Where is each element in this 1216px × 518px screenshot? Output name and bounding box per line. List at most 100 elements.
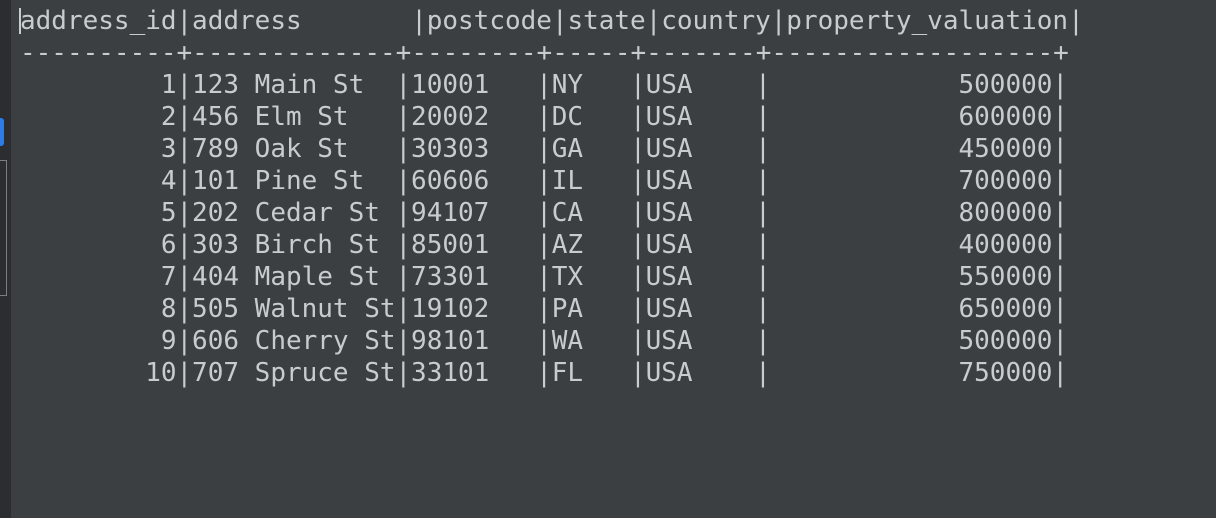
cell-address: 707 Spruce St — [192, 358, 396, 388]
column-separator: | — [630, 198, 646, 228]
cell-country: USA — [645, 102, 756, 132]
query-result-table[interactable]: address_id|address |postcode|state|count… — [20, 5, 1084, 389]
terminal-window: address_id|address |postcode|state|count… — [0, 0, 1216, 518]
table-separator-row: ----------+-------------+--------+-----+… — [20, 38, 1069, 68]
cell-state: TX — [551, 262, 631, 292]
column-separator: | — [1052, 230, 1069, 260]
cell-address-id: 4 — [20, 166, 177, 196]
column-separator: | — [536, 358, 552, 388]
cell-address: 303 Birch St — [192, 230, 396, 260]
column-separator: | — [395, 326, 412, 356]
column-separator: | — [395, 262, 412, 292]
cell-state: AZ — [551, 230, 631, 260]
header-state: state — [567, 6, 646, 36]
column-separator: | — [536, 198, 552, 228]
table-row: 2|456 Elm St |20002 |DC |USA | 600000| — [20, 101, 1084, 133]
cell-postcode: 85001 — [411, 230, 537, 260]
cell-postcode: 73301 — [411, 262, 537, 292]
column-separator: | — [536, 70, 552, 100]
cell-property-valuation: 500000 — [770, 326, 1053, 356]
cell-state: FL — [551, 358, 631, 388]
cell-state: WA — [551, 326, 631, 356]
cell-country: USA — [645, 358, 756, 388]
column-separator: | — [755, 198, 771, 228]
column-separator: | — [395, 230, 412, 260]
cell-postcode: 60606 — [411, 166, 537, 196]
column-separator: | — [630, 102, 646, 132]
cell-address-id: 1 — [20, 70, 177, 100]
cell-address-id: 2 — [20, 102, 177, 132]
cell-postcode: 94107 — [411, 198, 537, 228]
header-country: country — [661, 6, 771, 36]
column-separator: | — [395, 134, 412, 164]
cell-address-id: 10 — [20, 358, 177, 388]
column-separator: | — [755, 70, 771, 100]
cell-postcode: 10001 — [411, 70, 537, 100]
cell-address: 789 Oak St — [192, 134, 396, 164]
column-separator: | — [755, 358, 771, 388]
column-separator: | — [630, 262, 646, 292]
header-address-id: address_id — [20, 6, 177, 36]
column-separator: | — [536, 166, 552, 196]
table-row: 7|404 Maple St |73301 |TX |USA | 550000| — [20, 261, 1084, 293]
cell-country: USA — [645, 70, 756, 100]
cell-address-id: 8 — [20, 294, 177, 324]
column-separator: | — [1052, 262, 1069, 292]
table-row: 5|202 Cedar St |94107 |CA |USA | 800000| — [20, 197, 1084, 229]
cell-property-valuation: 500000 — [770, 70, 1053, 100]
cell-address: 505 Walnut St — [192, 294, 396, 324]
cell-country: USA — [645, 294, 756, 324]
column-separator: | — [176, 102, 193, 132]
cell-country: USA — [645, 262, 756, 292]
column-separator: | — [395, 70, 412, 100]
column-separator: | — [1068, 6, 1084, 36]
cell-address: 101 Pine St — [192, 166, 396, 196]
column-separator: | — [1052, 166, 1069, 196]
column-separator: | — [176, 262, 193, 292]
cell-address-id: 7 — [20, 262, 177, 292]
column-separator: | — [645, 6, 662, 36]
cell-address-id: 9 — [20, 326, 177, 356]
cell-address: 123 Main St — [192, 70, 396, 100]
cell-state: CA — [551, 198, 631, 228]
column-separator: | — [411, 6, 427, 36]
cell-property-valuation: 550000 — [770, 262, 1053, 292]
cell-state: GA — [551, 134, 631, 164]
column-separator: | — [551, 6, 568, 36]
header-address: address — [192, 6, 302, 36]
column-separator: | — [176, 166, 193, 196]
column-separator: | — [630, 230, 646, 260]
table-row: 6|303 Birch St |85001 |AZ |USA | 400000| — [20, 229, 1084, 261]
cell-country: USA — [645, 166, 756, 196]
table-row: 4|101 Pine St |60606 |IL |USA | 700000| — [20, 165, 1084, 197]
column-separator: | — [1052, 198, 1069, 228]
cell-property-valuation: 800000 — [770, 198, 1053, 228]
cell-postcode: 30303 — [411, 134, 537, 164]
column-separator: | — [536, 230, 552, 260]
column-separator: | — [755, 102, 771, 132]
column-separator: | — [395, 294, 412, 324]
gutter-panel-edge — [0, 160, 7, 296]
cell-country: USA — [645, 326, 756, 356]
column-separator: | — [755, 262, 771, 292]
column-separator: | — [176, 198, 193, 228]
column-separator: | — [1052, 70, 1069, 100]
cell-address-id: 5 — [20, 198, 177, 228]
column-separator: | — [755, 166, 771, 196]
header-property-valuation: property_valuation — [786, 6, 1069, 36]
cell-postcode: 20002 — [411, 102, 537, 132]
cell-country: USA — [645, 230, 756, 260]
table-row: 1|123 Main St |10001 |NY |USA | 500000| — [20, 69, 1084, 101]
column-separator: | — [630, 326, 646, 356]
column-separator: | — [755, 134, 771, 164]
column-separator: | — [536, 134, 552, 164]
column-separator: | — [755, 294, 771, 324]
column-separator: | — [176, 358, 193, 388]
cell-property-valuation: 750000 — [770, 358, 1053, 388]
column-separator: | — [176, 6, 193, 36]
column-separator: | — [1052, 134, 1069, 164]
cell-state: NY — [551, 70, 631, 100]
column-separator: | — [395, 102, 412, 132]
cell-address: 606 Cherry St — [192, 326, 396, 356]
gutter-marker — [0, 118, 4, 146]
